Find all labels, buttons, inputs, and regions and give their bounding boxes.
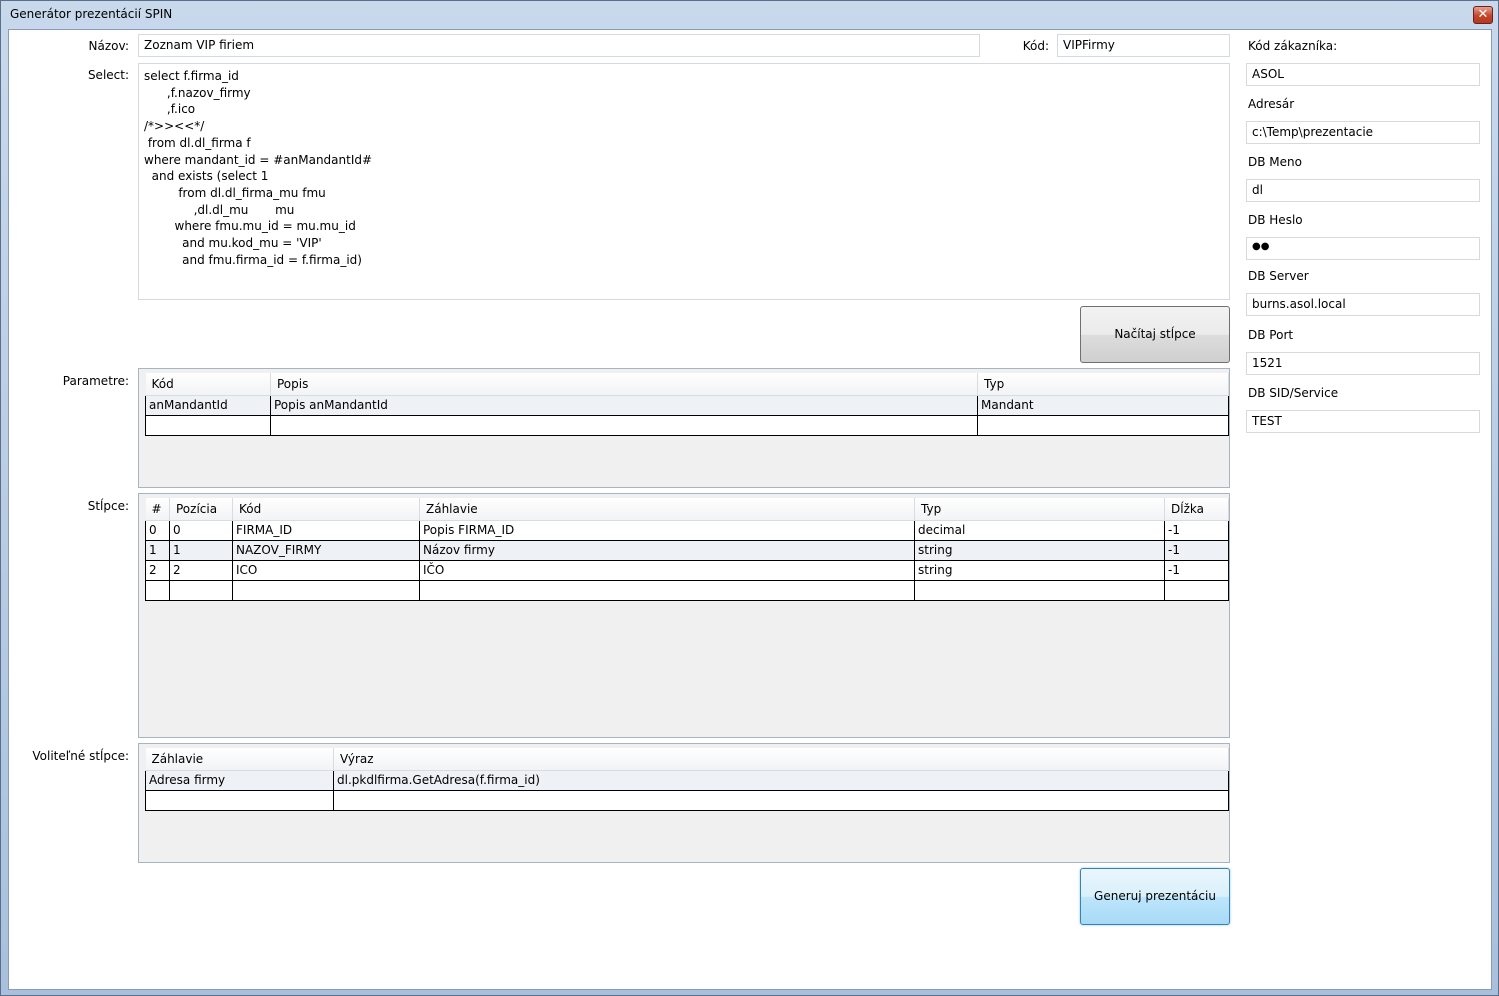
optional-columns-label: Voliteľné stĺpce:: [32, 749, 129, 763]
kod-zakaznika-input[interactable]: ASOL: [1246, 63, 1480, 86]
app-window: Generátor prezentácií SPIN ✕ Názov: Zozn…: [0, 0, 1499, 996]
cell[interactable]: [914, 579, 1165, 601]
cell[interactable]: 1: [169, 539, 233, 561]
db-meno-input[interactable]: dl: [1246, 179, 1480, 202]
db-heslo-input[interactable]: ●●: [1246, 237, 1480, 260]
column-header-typ[interactable]: Typ: [977, 373, 1229, 396]
column-header-kod[interactable]: Kód: [145, 373, 271, 396]
cell[interactable]: [419, 579, 915, 601]
cell[interactable]: -1: [1164, 519, 1229, 541]
cell[interactable]: FIRMA_ID: [232, 519, 420, 541]
optional-columns-grid[interactable]: Záhlavie Výraz Adresa firmy dl.pkdlfirma…: [138, 743, 1230, 863]
cell[interactable]: dl.pkdlfirma.GetAdresa(f.firma_id): [333, 769, 1229, 791]
cell[interactable]: [270, 414, 978, 436]
new-row[interactable]: [145, 414, 1229, 436]
column-header-vyraz[interactable]: Výraz: [333, 748, 1229, 771]
column-header-typ[interactable]: Typ: [914, 498, 1165, 521]
kod-input[interactable]: VIPFirmy: [1057, 34, 1230, 57]
kod-zakaznika-label: Kód zákazníka:: [1248, 39, 1338, 53]
window-title: Generátor prezentácií SPIN: [10, 7, 173, 21]
cell[interactable]: ICO: [232, 559, 420, 581]
load-columns-button[interactable]: Načítaj stĺpce: [1080, 306, 1230, 363]
cell[interactable]: Mandant: [977, 394, 1229, 416]
cell[interactable]: [333, 789, 1229, 811]
title-bar[interactable]: Generátor prezentácií SPIN ✕: [1, 1, 1498, 29]
db-server-label: DB Server: [1248, 269, 1309, 283]
new-row[interactable]: [145, 789, 1229, 811]
columns-label: Stĺpce:: [87, 499, 129, 513]
db-port-input[interactable]: 1521: [1246, 352, 1480, 375]
cell[interactable]: 1: [145, 539, 170, 561]
nazov-label: Názov:: [88, 39, 129, 53]
db-meno-label: DB Meno: [1248, 155, 1302, 169]
cell[interactable]: [145, 579, 170, 601]
table-row[interactable]: 1 1 NAZOV_FIRMY Názov firmy string -1: [145, 539, 1229, 561]
parameters-grid[interactable]: Kód Popis Typ anMandantId Popis anMandan…: [138, 368, 1230, 488]
cell[interactable]: [169, 579, 233, 601]
kod-label: Kód:: [1022, 39, 1049, 53]
parameters-table: Kód Popis Typ anMandantId Popis anMandan…: [145, 373, 1229, 436]
table-row[interactable]: 0 0 FIRMA_ID Popis FIRMA_ID decimal -1: [145, 519, 1229, 541]
cell[interactable]: anMandantId: [145, 394, 271, 416]
columns-table: # Pozícia Kód Záhlavie Typ Dĺžka 0 0 FIR…: [145, 498, 1229, 601]
db-sid-label: DB SID/Service: [1248, 386, 1339, 400]
cell[interactable]: Popis anMandantId: [270, 394, 978, 416]
adresar-label: Adresár: [1248, 97, 1295, 111]
db-heslo-label: DB Heslo: [1248, 213, 1303, 227]
cell[interactable]: NAZOV_FIRMY: [232, 539, 420, 561]
cell[interactable]: -1: [1164, 559, 1229, 581]
db-server-input[interactable]: burns.asol.local: [1246, 293, 1480, 316]
cell[interactable]: 2: [169, 559, 233, 581]
cell[interactable]: 0: [145, 519, 170, 541]
column-header-kod[interactable]: Kód: [232, 498, 420, 521]
optional-columns-table: Záhlavie Výraz Adresa firmy dl.pkdlfirma…: [145, 748, 1229, 811]
select-textarea[interactable]: select f.firma_id ,f.nazov_firmy ,f.ico …: [138, 63, 1230, 300]
cell[interactable]: [145, 789, 334, 811]
cell[interactable]: Názov firmy: [419, 539, 915, 561]
columns-grid[interactable]: # Pozícia Kód Záhlavie Typ Dĺžka 0 0 FIR…: [138, 493, 1230, 738]
table-row[interactable]: anMandantId Popis anMandantId Mandant: [145, 394, 1229, 416]
new-row[interactable]: [145, 579, 1229, 601]
column-header-dlzka[interactable]: Dĺžka: [1164, 498, 1229, 521]
column-header-zahlavie[interactable]: Záhlavie: [145, 748, 334, 771]
cell[interactable]: [145, 414, 271, 436]
cell[interactable]: IČO: [419, 559, 915, 581]
cell[interactable]: Adresa firmy: [145, 769, 334, 791]
adresar-input[interactable]: c:\Temp\prezentacie: [1246, 121, 1480, 144]
cell[interactable]: decimal: [914, 519, 1165, 541]
table-row[interactable]: Adresa firmy dl.pkdlfirma.GetAdresa(f.fi…: [145, 769, 1229, 791]
column-header-popis[interactable]: Popis: [270, 373, 978, 396]
generate-presentation-button[interactable]: Generuj prezentáciu: [1080, 868, 1230, 925]
cell[interactable]: [1164, 579, 1229, 601]
cell[interactable]: string: [914, 559, 1165, 581]
cell[interactable]: [232, 579, 420, 601]
table-row[interactable]: 2 2 ICO IČO string -1: [145, 559, 1229, 581]
select-label: Select:: [87, 68, 129, 82]
cell[interactable]: Popis FIRMA_ID: [419, 519, 915, 541]
cell[interactable]: 0: [169, 519, 233, 541]
close-icon: ✕: [1477, 7, 1489, 22]
db-port-label: DB Port: [1248, 328, 1294, 342]
cell[interactable]: -1: [1164, 539, 1229, 561]
cell[interactable]: 2: [145, 559, 170, 581]
close-button[interactable]: ✕: [1473, 6, 1493, 24]
column-header-zahlavie[interactable]: Záhlavie: [419, 498, 915, 521]
nazov-input[interactable]: Zoznam VIP firiem: [138, 34, 980, 57]
db-sid-input[interactable]: TEST: [1246, 410, 1480, 433]
column-header-index[interactable]: #: [145, 498, 170, 521]
cell[interactable]: [977, 414, 1229, 436]
column-header-pozicia[interactable]: Pozícia: [169, 498, 233, 521]
client-area: Názov: Zoznam VIP firiem Kód: VIPFirmy S…: [8, 29, 1492, 990]
cell[interactable]: string: [914, 539, 1165, 561]
parameters-label: Parametre:: [62, 374, 129, 388]
